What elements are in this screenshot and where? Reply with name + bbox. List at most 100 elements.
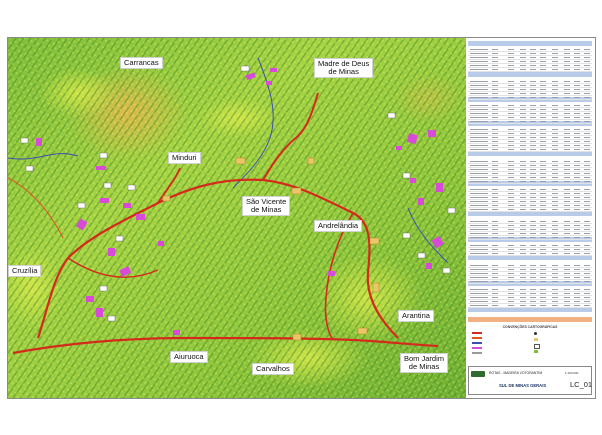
table-cell [574,265,580,266]
table-cell [552,65,558,66]
table-cell [540,149,546,150]
table-cell [530,133,536,134]
table-cell [574,97,580,98]
parcel-tag [99,152,108,159]
table-cell [574,237,580,238]
table-cell [540,289,546,290]
table-cell [520,221,526,222]
table-cell [564,197,570,198]
table-cell [520,145,526,146]
table-cell [508,201,514,202]
table-cell [508,81,514,82]
table-row [468,147,592,148]
table-row [468,99,592,100]
parcel-tag [20,137,29,144]
table-cell [552,249,558,250]
table-cell [508,97,514,98]
table-cell [564,305,570,306]
table-cell [574,61,580,62]
table-cell [520,265,526,266]
table-cell [564,69,570,70]
legend-swatch [472,342,482,344]
table-cell [520,253,526,254]
parcel [266,81,272,85]
table-cell [508,209,514,210]
table-cell [564,169,570,170]
table-cell [470,249,488,250]
table-cell [584,201,590,202]
parcel-tag [387,112,396,119]
city-name: Andrelândia [318,221,359,230]
table-cell [492,121,498,122]
table-cell [530,281,536,282]
table-row [468,283,592,284]
table-cell [520,69,526,70]
table-row [468,135,592,136]
table-cell [492,81,498,82]
table-cell [530,137,536,138]
city-name: São Vicente de Minas [246,197,287,214]
table-row [468,235,592,236]
table-cell [552,269,558,270]
table-cell [574,305,580,306]
table-row [468,255,592,256]
table-cell [584,93,590,94]
table-cell [492,133,498,134]
company-logo-icon [471,371,485,377]
table-cell [584,121,590,122]
parcel-tag [240,65,250,72]
table-cell [492,61,498,62]
table-cell [520,277,526,278]
table-row [468,247,592,248]
table-cell [520,169,526,170]
table-cell [552,233,558,234]
parcel [100,198,109,203]
table-cell [470,189,488,190]
table-cell [520,173,526,174]
table-cell [508,161,514,162]
table-cell [564,93,570,94]
table-cell [470,97,488,98]
table-cell [508,177,514,178]
table-cell [530,273,536,274]
table-cell [574,293,580,294]
table-cell [552,85,558,86]
table-cell [540,93,546,94]
data-panel: CONVENÇÕES CARTOGRÁFICAS ROTAS - MADEIRA… [468,41,592,395]
table-cell [552,57,558,58]
table-cell [564,89,570,90]
table-cell [574,57,580,58]
map-view[interactable]: Carrancas Madre de Deus de Minas Minduri… [8,38,466,398]
table-cell [520,269,526,270]
table-cell [492,117,498,118]
table-cell [530,233,536,234]
table-cell [564,221,570,222]
table-cell [574,149,580,150]
table-cell [530,269,536,270]
table-row [468,223,592,224]
table-cell [530,161,536,162]
table-cell [552,49,558,50]
table-cell [492,169,498,170]
table-cell [492,229,498,230]
table-cell [552,197,558,198]
table-cell [530,69,536,70]
table-cell [508,149,514,150]
table-cell [564,237,570,238]
table-cell [492,237,498,238]
city-name: Cruzília [12,266,38,275]
table-cell [470,93,488,94]
table-cell [552,109,558,110]
table-cell [564,229,570,230]
table-cell [574,69,580,70]
table-cell [584,205,590,206]
table-cell [540,137,546,138]
table-cell [492,49,498,50]
parcel [158,241,164,246]
table-cell [564,205,570,206]
table-cell [540,197,546,198]
table-cell [492,269,498,270]
table-cell [508,253,514,254]
table-cell [584,113,590,114]
table-cell [492,137,498,138]
